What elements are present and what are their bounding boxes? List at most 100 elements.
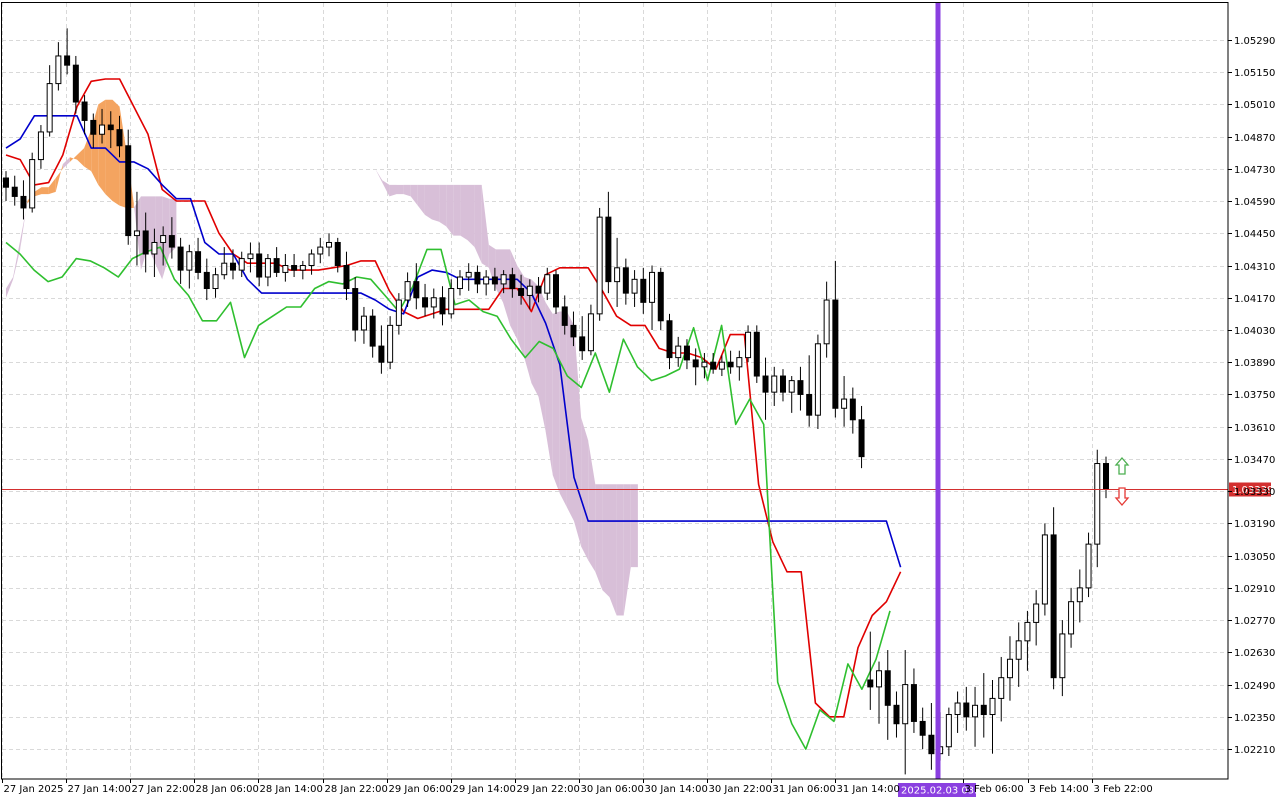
candle-body-bullish — [649, 271, 656, 303]
candle-body-bullish — [1041, 534, 1048, 605]
candle — [291, 253, 298, 278]
candle-body-bullish — [945, 714, 952, 748]
candle — [605, 191, 612, 294]
candle — [806, 355, 813, 427]
y-tick-label: 1.02910 — [1234, 584, 1275, 595]
kumo-future-bearish-segment — [460, 184, 468, 241]
candle-body-bullish — [788, 380, 795, 393]
ichimoku-candlestick-chart[interactable]: 1.033392025.02.03 03:00 1.052901.051501.… — [0, 0, 1280, 800]
candle — [902, 650, 909, 775]
kumo-past-bullish-segment — [105, 99, 113, 202]
kumo-past-bullish-segment — [112, 99, 120, 206]
candle — [579, 316, 586, 360]
candle — [212, 267, 219, 298]
x-tick-label: 28 Jan 06:00 — [196, 784, 259, 795]
candle-body-bullish — [456, 276, 463, 290]
candle — [945, 707, 952, 756]
candle — [884, 650, 891, 740]
candle-body-bearish — [561, 306, 568, 326]
y-tick-label: 1.04310 — [1234, 262, 1275, 273]
candle — [413, 263, 420, 310]
candle-body-bearish — [605, 216, 612, 283]
candle-body-bearish — [72, 64, 79, 103]
candle-body-bearish — [20, 195, 27, 209]
candle — [177, 237, 184, 284]
candle-body-bullish — [247, 253, 254, 260]
candle-body-bearish — [622, 267, 629, 294]
candle-body-bullish — [736, 357, 743, 368]
candle — [614, 237, 621, 307]
candle-body-bullish — [1024, 621, 1031, 642]
candle — [1068, 587, 1075, 648]
candle — [876, 661, 883, 724]
candle-body-bearish — [919, 720, 926, 736]
candle-body-bearish — [858, 419, 865, 458]
candle-body-bullish — [133, 230, 140, 237]
indicator-lines — [5, 78, 902, 750]
candle-body-bearish — [203, 271, 210, 290]
candle-body-bullish — [299, 265, 306, 271]
candle-body-bullish — [46, 83, 53, 133]
x-tick-label: 27 Jan 22:00 — [132, 784, 195, 795]
kumo-past-bullish-segment — [69, 154, 77, 162]
candle — [46, 65, 53, 137]
x-tick-label: 30 Jan 14:00 — [645, 784, 708, 795]
candle — [736, 350, 743, 381]
kumo-future-bearish-segment — [552, 311, 560, 494]
x-tick-label: 29 Jan 14:00 — [453, 784, 516, 795]
candle — [483, 270, 490, 296]
y-tick-label: 1.02770 — [1234, 616, 1275, 627]
x-tick-label: 27 Jan 2025 — [4, 784, 64, 795]
kumo-past-bearish-segment — [13, 240, 21, 280]
candle — [954, 691, 961, 733]
candle-body-bullish — [1059, 633, 1066, 679]
kumo-past-bullish-segment — [91, 104, 99, 185]
kumo-future-bearish-segment — [623, 484, 631, 616]
candle — [841, 376, 848, 427]
candle-body-bearish — [64, 55, 71, 66]
y-tick-label: 1.04030 — [1234, 326, 1275, 337]
candle — [273, 247, 280, 278]
candle — [867, 631, 874, 710]
candle-body-bearish — [491, 276, 498, 285]
candle-body-bullish — [483, 276, 490, 285]
up-arrow-icon — [1114, 457, 1130, 475]
candle-body-bullish — [544, 274, 551, 294]
candle-body-bullish — [1094, 463, 1101, 545]
x-tick-label: 28 Jan 14:00 — [260, 784, 323, 795]
candle — [553, 270, 559, 314]
candle — [657, 267, 664, 330]
candle-body-bearish — [579, 336, 586, 352]
kumo-future-bearish-segment — [609, 484, 617, 616]
y-tick-label: 1.04730 — [1234, 165, 1275, 176]
candle — [814, 334, 821, 429]
plot-frame — [1, 2, 1229, 780]
candle-body-bullish — [186, 251, 193, 271]
candle-body-bullish — [238, 258, 245, 271]
candle-body-bullish — [1006, 658, 1013, 679]
y-tick-label: 1.04590 — [1234, 197, 1275, 208]
y-tick-label: 1.04870 — [1234, 133, 1275, 144]
candle-body-bearish — [692, 359, 699, 368]
candle — [779, 369, 786, 402]
y-tick-label: 1.03610 — [1234, 423, 1275, 434]
kumo-future-bearish-segment — [432, 184, 440, 222]
y-tick-label: 1.03190 — [1234, 519, 1275, 530]
kijun-sen-line — [5, 115, 902, 568]
kumo-future-bearish-segment — [439, 184, 447, 227]
candle-body-bearish — [474, 271, 481, 285]
candle-body-bearish — [797, 380, 804, 395]
kumo-future-bearish-segment — [382, 180, 390, 197]
candle-body-bullish — [151, 241, 158, 255]
candle-body-bullish — [814, 343, 821, 416]
y-tick-label: 1.03050 — [1234, 552, 1275, 563]
kumo-past-bearish-segment — [6, 277, 14, 298]
candle — [640, 267, 647, 314]
candle-body-bearish — [81, 101, 88, 121]
kumo-past-bullish-segment — [41, 187, 49, 195]
candle — [963, 686, 970, 731]
candle-body-bullish — [308, 253, 315, 267]
x-tick-label: 29 Jan 06:00 — [389, 784, 452, 795]
candle — [387, 316, 394, 370]
candle-body-bearish — [439, 297, 446, 315]
